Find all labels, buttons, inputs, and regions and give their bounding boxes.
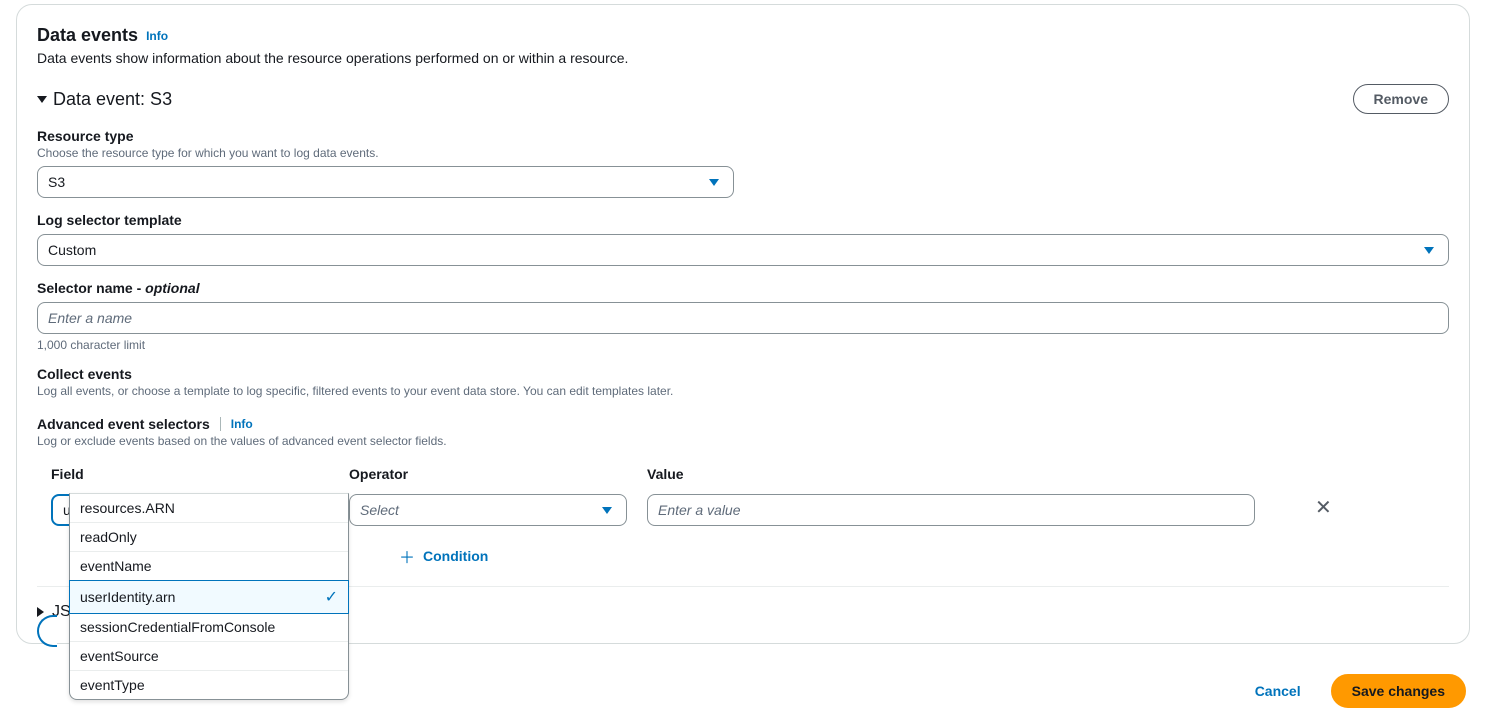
value-label: Value: [647, 466, 1255, 482]
dropdown-option-resources-arn[interactable]: resources.ARN: [70, 494, 348, 523]
chevron-down-icon: [709, 179, 719, 186]
advanced-info-link[interactable]: Info: [231, 417, 253, 431]
log-selector-group: Log selector template Custom: [37, 212, 1449, 266]
check-icon: ✓: [325, 587, 338, 607]
selector-name-input[interactable]: Enter a name: [37, 302, 1449, 334]
collect-events-label: Collect events: [37, 366, 1449, 382]
dropdown-option-eventname[interactable]: eventName: [70, 552, 348, 581]
log-selector-select[interactable]: Custom: [37, 234, 1449, 266]
collect-events-desc: Log all events, or choose a template to …: [37, 384, 1449, 398]
panel-header: Data events Info: [37, 25, 1449, 46]
caret-right-icon: [37, 607, 44, 617]
value-column: Value Enter a value: [647, 466, 1255, 526]
plus-icon: ＋: [399, 544, 415, 568]
panel-title: Data events: [37, 25, 138, 46]
selector-name-label: Selector name - optional: [37, 280, 1449, 296]
operator-placeholder: Select: [360, 502, 399, 518]
remove-button[interactable]: Remove: [1353, 84, 1449, 114]
save-changes-button[interactable]: Save changes: [1331, 674, 1466, 708]
advanced-selectors-desc: Log or exclude events based on the value…: [37, 434, 1449, 448]
resource-type-value: S3: [48, 174, 65, 190]
dropdown-option-eventtype[interactable]: eventType: [70, 671, 348, 699]
resource-type-label: Resource type: [37, 128, 1449, 144]
advanced-selectors-header: Advanced event selectors Info: [37, 416, 1449, 432]
operator-column: Operator Select: [349, 466, 627, 526]
selector-name-group: Selector name - optional Enter a name 1,…: [37, 280, 1449, 352]
add-condition-label: Condition: [423, 548, 488, 564]
resource-type-select[interactable]: S3: [37, 166, 734, 198]
log-selector-label: Log selector template: [37, 212, 1449, 228]
add-condition-button[interactable]: ＋ Condition: [399, 544, 1449, 568]
caret-down-icon[interactable]: [37, 96, 47, 103]
info-link[interactable]: Info: [146, 29, 168, 43]
operator-select[interactable]: Select: [349, 494, 627, 526]
partial-button-edge: [37, 615, 57, 647]
operator-label: Operator: [349, 466, 627, 482]
data-event-title: Data event: S3: [53, 89, 172, 110]
advanced-selectors-label: Advanced event selectors: [37, 416, 210, 432]
data-event-header-row: Data event: S3 Remove: [37, 84, 1449, 114]
collect-events-group: Collect events Log all events, or choose…: [37, 366, 1449, 398]
value-input[interactable]: Enter a value: [647, 494, 1255, 526]
log-selector-value: Custom: [48, 242, 96, 258]
chevron-down-icon: [602, 507, 612, 514]
resource-type-group: Resource type Choose the resource type f…: [37, 128, 1449, 198]
panel-description: Data events show information about the r…: [37, 50, 1449, 66]
dropdown-option-useridentity-arn[interactable]: userIdentity.arn ✓: [69, 580, 349, 614]
chevron-down-icon: [1424, 247, 1434, 254]
resource-type-desc: Choose the resource type for which you w…: [37, 146, 1449, 160]
dropdown-option-readonly[interactable]: readOnly: [70, 523, 348, 552]
remove-row-icon[interactable]: ✕: [1315, 495, 1332, 520]
field-dropdown: resources.ARN readOnly eventName userIde…: [69, 493, 349, 700]
cancel-button[interactable]: Cancel: [1235, 675, 1321, 707]
dropdown-option-sessioncredential[interactable]: sessionCredentialFromConsole: [70, 613, 348, 642]
data-events-panel: Data events Info Data events show inform…: [16, 4, 1470, 644]
selector-name-helper: 1,000 character limit: [37, 338, 1449, 352]
dropdown-option-eventsource[interactable]: eventSource: [70, 642, 348, 671]
field-label: Field: [51, 466, 329, 482]
data-event-header[interactable]: Data event: S3: [37, 89, 172, 110]
divider: [220, 417, 221, 431]
